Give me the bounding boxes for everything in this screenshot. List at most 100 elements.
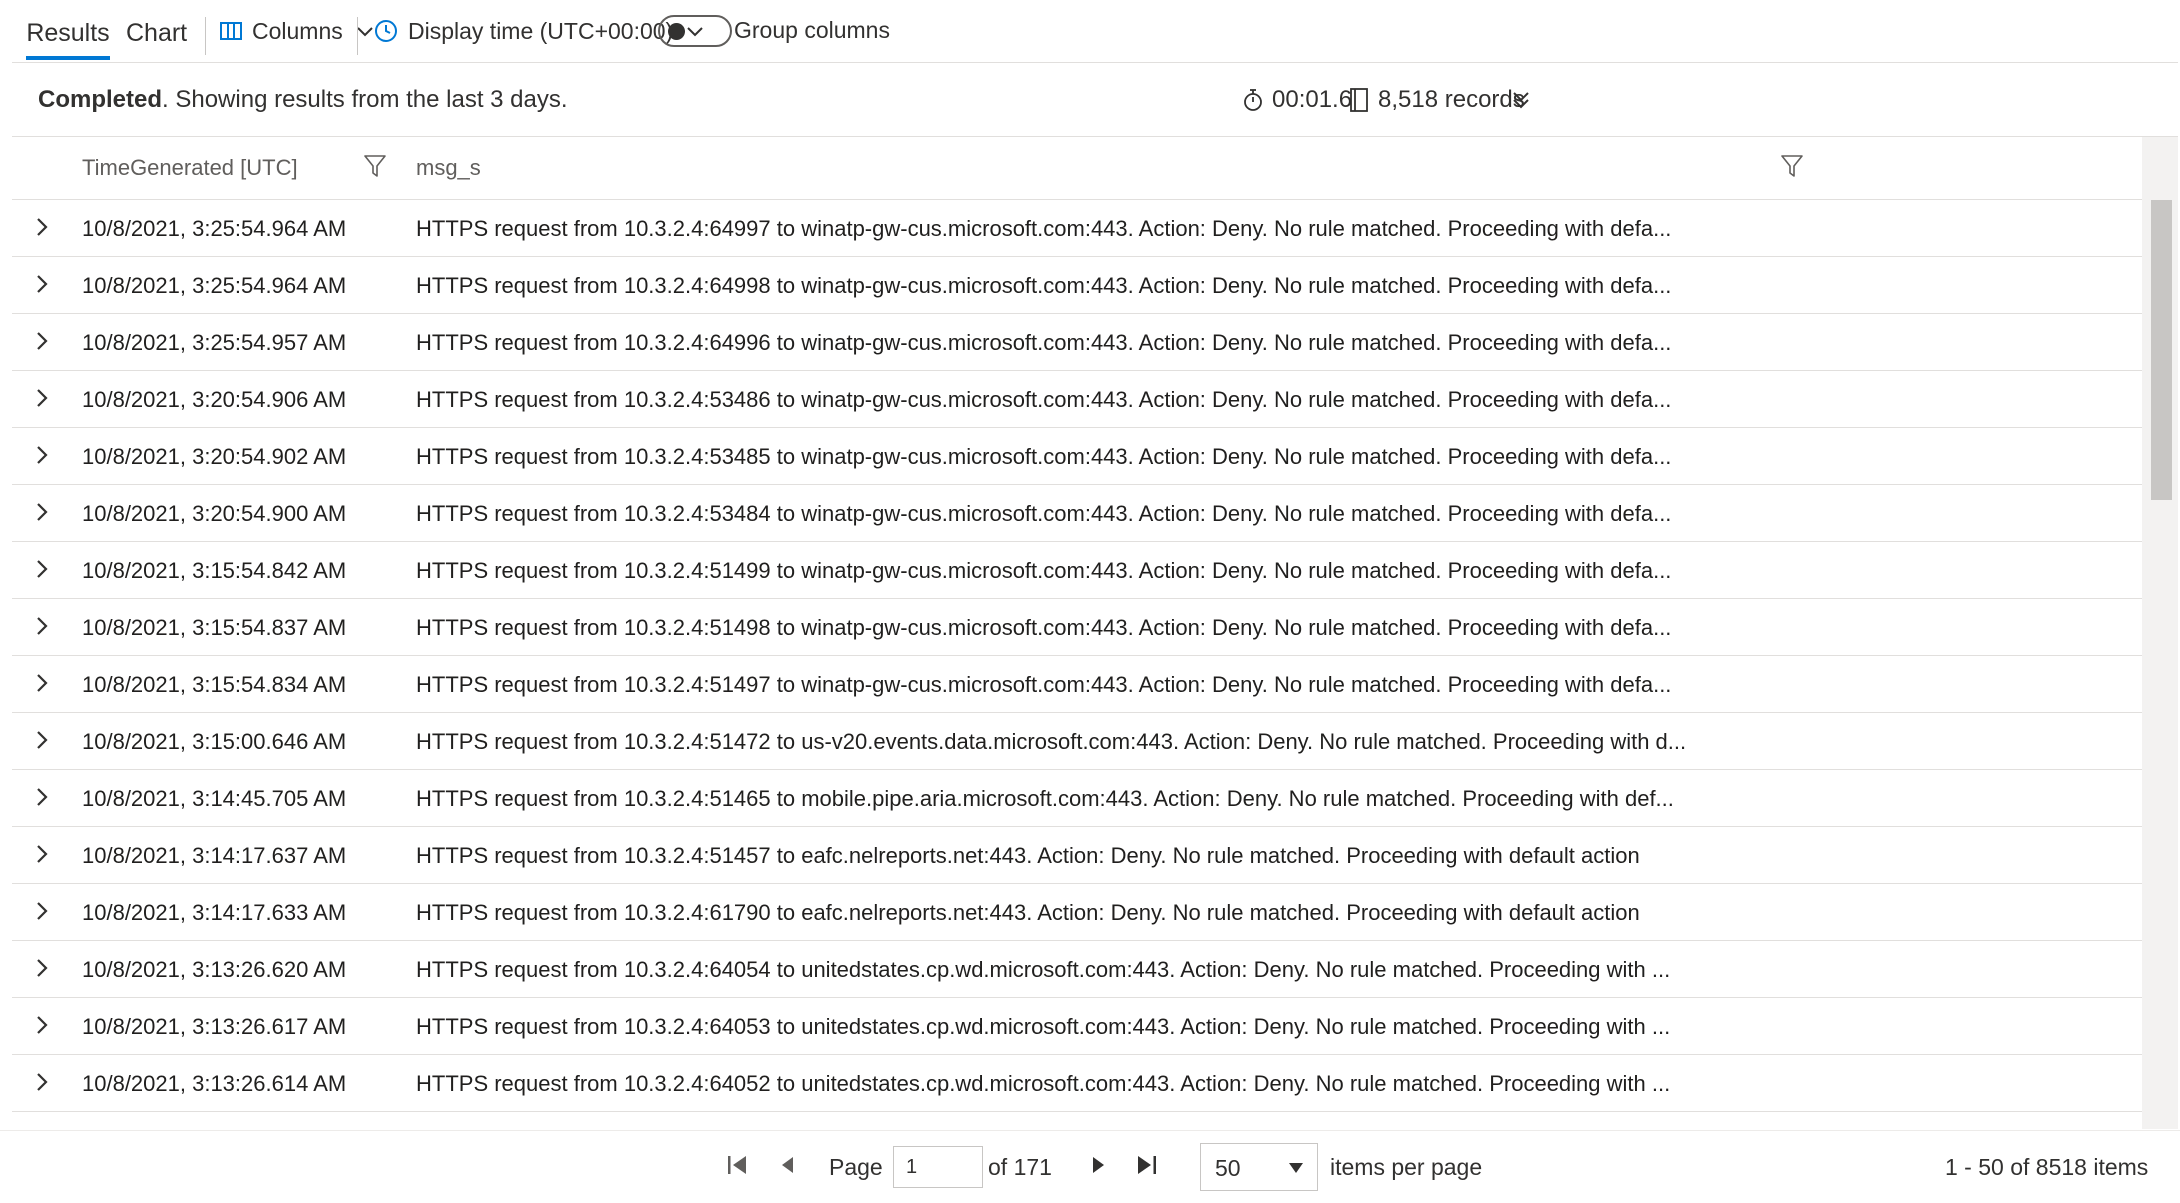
double-chevron-down-icon [1513,91,1529,108]
chevron-right-icon[interactable] [34,672,50,694]
grid-header: TimeGenerated [UTC] msg_s [12,137,2142,200]
table-row[interactable]: 10/8/2021, 3:20:54.902 AM HTTPS request f… [12,428,2142,485]
table-row[interactable]: 10/8/2021, 3:25:54.957 AM HTTPS request f… [12,314,2142,371]
table-row[interactable]: 10/8/2021, 3:13:26.617 AM HTTPS request f… [12,998,2142,1055]
table-row[interactable]: 10/8/2021, 3:13:26.620 AM HTTPS request f… [12,941,2142,998]
cell-msg: HTTPS request from 10.3.2.4:64052 to uni… [416,1071,1671,1096]
table-row[interactable]: 10/8/2021, 3:20:54.900 AM HTTPS request f… [12,485,2142,542]
toolbar-divider [357,17,358,55]
cell-msg: HTTPS request from 10.3.2.4:51465 to mob… [416,786,1674,811]
tab-chart[interactable]: Chart [126,0,187,60]
cell-msg: HTTPS request from 10.3.2.4:53486 to win… [416,387,1672,412]
first-page-icon[interactable] [726,1153,748,1177]
cell-timegenerated: 10/8/2021, 3:15:54.842 AM [82,558,347,583]
cell-timegenerated: 10/8/2021, 3:13:26.617 AM [82,1014,347,1039]
table-row[interactable]: 10/8/2021, 3:15:54.837 AM HTTPS request f… [12,599,2142,656]
chevron-right-icon[interactable] [34,900,50,922]
scrollbar-thumb[interactable] [2151,200,2172,500]
status-message: Completed. Showing results from the last… [38,63,568,137]
cell-msg: HTTPS request from 10.3.2.4:51497 to win… [416,672,1672,697]
page-size-select[interactable]: 50 [1200,1143,1318,1191]
chevron-right-icon[interactable] [34,957,50,979]
status-completed: Completed [38,86,163,113]
table-row[interactable]: 10/8/2021, 3:25:54.964 AM HTTPS request f… [12,200,2142,257]
record-count: 8,518 records [1350,63,1525,136]
next-page-icon[interactable] [1090,1153,1108,1177]
records-value: 8,518 records [1378,85,1525,113]
cell-msg: HTTPS request from 10.3.2.4:53484 to win… [416,501,1672,526]
query-status-bar: Completed. Showing results from the last… [12,63,2178,137]
cell-msg: HTTPS request from 10.3.2.4:51472 to us-… [416,729,1687,754]
page-size-value: 50 [1215,1155,1241,1181]
status-detail: . Showing results from the last 3 days. [162,86,568,113]
chevron-right-icon[interactable] [34,786,50,808]
cell-timegenerated: 10/8/2021, 3:25:54.964 AM [82,273,347,298]
chevron-right-icon[interactable] [34,1014,50,1036]
columns-label: Columns [252,17,343,44]
filter-icon[interactable] [364,154,386,178]
cell-timegenerated: 10/8/2021, 3:14:17.633 AM [82,900,347,925]
table-row[interactable]: 10/8/2021, 3:15:00.646 AM HTTPS request f… [12,713,2142,770]
results-toolbar: Results Chart Columns Display time (UTC+… [12,0,2178,63]
group-columns-toggle[interactable] [658,15,732,47]
cell-msg: HTTPS request from 10.3.2.4:64998 to win… [416,273,1672,298]
toggle-knob [668,23,685,40]
table-row[interactable]: 10/8/2021, 3:25:54.964 AM HTTPS request f… [12,257,2142,314]
results-grid: TimeGenerated [UTC] msg_s 10/8/2021, 3:2… [12,137,2142,1129]
column-header-msg[interactable]: msg_s [416,137,481,199]
chevron-right-icon[interactable] [34,843,50,865]
columns-button[interactable]: Columns [220,0,375,62]
chevron-right-icon[interactable] [34,501,50,523]
cell-msg: HTTPS request from 10.3.2.4:64054 to uni… [416,957,1671,982]
toolbar-divider [205,17,206,55]
cell-timegenerated: 10/8/2021, 3:14:45.705 AM [82,786,347,811]
cell-msg: HTTPS request from 10.3.2.4:53485 to win… [416,444,1672,469]
collapse-results-button[interactable] [1510,63,1532,136]
chevron-right-icon[interactable] [34,387,50,409]
cell-timegenerated: 10/8/2021, 3:15:00.646 AM [82,729,347,754]
stopwatch-icon [1244,88,1262,111]
chevron-right-icon[interactable] [34,330,50,352]
chevron-right-icon[interactable] [34,444,50,466]
table-row[interactable]: 10/8/2021, 3:14:45.705 AM HTTPS request f… [12,770,2142,827]
pagination-bar: Page of 171 50 items per page 1 - 50 of … [0,1130,2180,1199]
last-page-icon[interactable] [1136,1153,1158,1177]
items-per-page-label: items per page [1330,1154,1483,1180]
cell-timegenerated: 10/8/2021, 3:20:54.900 AM [82,501,347,526]
page-label: Page [829,1154,883,1180]
chevron-right-icon[interactable] [34,216,50,238]
table-row[interactable]: 10/8/2021, 3:14:17.637 AM HTTPS request f… [12,827,2142,884]
columns-icon [220,22,242,40]
table-row[interactable]: 10/8/2021, 3:20:54.906 AM HTTPS request f… [12,371,2142,428]
column-header-timegenerated[interactable]: TimeGenerated [UTC] [82,137,298,199]
display-time-button[interactable]: Display time (UTC+00:00) [374,0,705,62]
cell-timegenerated: 10/8/2021, 3:25:54.957 AM [82,330,347,355]
chevron-right-icon[interactable] [34,273,50,295]
cell-timegenerated: 10/8/2021, 3:25:54.964 AM [82,216,347,241]
caret-down-icon [1289,1163,1303,1173]
cell-msg: HTTPS request from 10.3.2.4:51499 to win… [416,558,1672,583]
cell-timegenerated: 10/8/2021, 3:14:17.637 AM [82,843,347,868]
chevron-right-icon[interactable] [34,615,50,637]
cell-timegenerated: 10/8/2021, 3:20:54.906 AM [82,387,347,412]
vertical-scrollbar[interactable] [2142,137,2178,1129]
previous-page-icon[interactable] [778,1153,796,1177]
cell-timegenerated: 10/8/2021, 3:15:54.834 AM [82,672,347,697]
cell-timegenerated: 10/8/2021, 3:13:26.620 AM [82,957,347,982]
table-row[interactable]: 10/8/2021, 3:15:54.842 AM HTTPS request f… [12,542,2142,599]
filter-icon[interactable] [1781,154,1803,178]
chevron-right-icon[interactable] [34,729,50,751]
clock-icon [375,20,397,42]
page-number-input[interactable] [893,1146,983,1188]
query-duration: 00:01.6 [1242,63,1352,136]
cell-msg: HTTPS request from 10.3.2.4:51498 to win… [416,615,1672,640]
table-row[interactable]: 10/8/2021, 3:14:17.633 AM HTTPS request f… [12,884,2142,941]
tab-results[interactable]: Results [26,0,110,60]
cell-timegenerated: 10/8/2021, 3:13:26.614 AM [82,1071,347,1096]
grid-rows: 10/8/2021, 3:25:54.964 AM HTTPS request f… [12,200,2142,1112]
chevron-right-icon[interactable] [34,1071,50,1093]
chevron-right-icon[interactable] [34,558,50,580]
table-row[interactable]: 10/8/2021, 3:15:54.834 AM HTTPS request f… [12,656,2142,713]
cell-timegenerated: 10/8/2021, 3:20:54.902 AM [82,444,347,469]
table-row[interactable]: 10/8/2021, 3:13:26.614 AM HTTPS request f… [12,1055,2142,1112]
